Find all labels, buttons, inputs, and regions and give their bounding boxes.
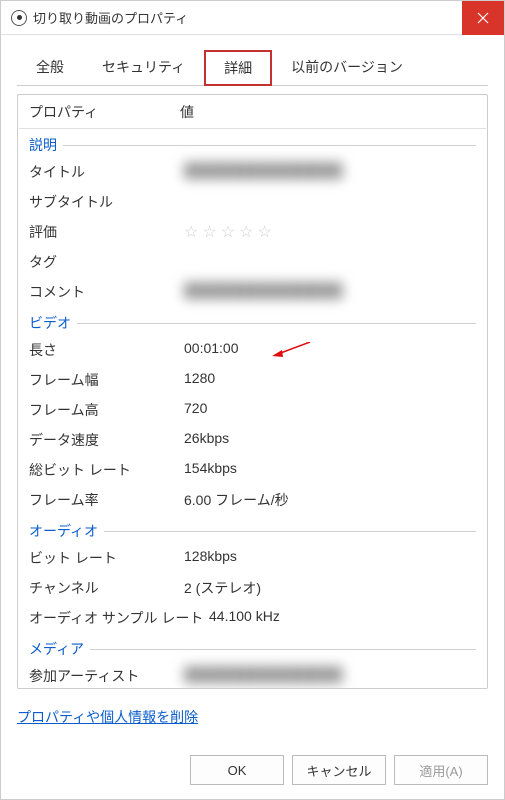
apply-button: 適用(A) (394, 755, 488, 785)
rating-stars[interactable]: ☆☆☆☆☆ (184, 222, 486, 242)
close-icon (477, 12, 489, 24)
window-title: 切り取り動画のプロパティ (33, 8, 462, 27)
tab-general[interactable]: 全般 (17, 50, 83, 86)
prop-comments[interactable]: コメント ████████████████ (19, 277, 486, 307)
prop-frame-rate[interactable]: フレーム率 6.00 フレーム/秒 (19, 485, 486, 515)
prop-tags[interactable]: タグ (19, 247, 486, 277)
prop-subtitle[interactable]: サブタイトル (19, 187, 486, 217)
header-property: プロパティ (19, 102, 174, 122)
content-area: プロパティ 値 説明 タイトル ████████████████ サブタイトル … (17, 85, 488, 741)
prop-frame-width[interactable]: フレーム幅 1280 (19, 365, 486, 395)
section-video: ビデオ (19, 307, 486, 335)
video-file-icon (11, 10, 27, 26)
header-value: 値 (174, 102, 486, 122)
ok-button[interactable]: OK (190, 755, 284, 785)
list-header: プロパティ 値 (19, 96, 486, 129)
cancel-button[interactable]: キャンセル (292, 755, 386, 785)
button-row: OK キャンセル 適用(A) (1, 741, 504, 799)
tab-previous-versions[interactable]: 以前のバージョン (272, 50, 422, 86)
section-audio: オーディオ (19, 515, 486, 543)
property-list[interactable]: プロパティ 値 説明 タイトル ████████████████ サブタイトル … (17, 94, 488, 689)
prop-artist[interactable]: 参加アーティスト ████████████████ (19, 661, 486, 689)
prop-sample-rate[interactable]: オーディオ サンプル レート 44.100 kHz (19, 603, 486, 633)
prop-bitrate[interactable]: ビット レート 128kbps (19, 543, 486, 573)
close-button[interactable] (462, 1, 504, 35)
tab-security[interactable]: セキュリティ (83, 50, 204, 86)
section-media: メディア (19, 633, 486, 661)
section-description: 説明 (19, 129, 486, 157)
prop-length[interactable]: 長さ 00:01:00 (19, 335, 486, 365)
prop-rating[interactable]: 評価 ☆☆☆☆☆ (19, 217, 486, 247)
title-bar: 切り取り動画のプロパティ (1, 1, 504, 35)
prop-title[interactable]: タイトル ████████████████ (19, 157, 486, 187)
prop-channels[interactable]: チャンネル 2 (ステレオ) (19, 573, 486, 603)
tab-bar: 全般 セキュリティ 詳細 以前のバージョン (1, 35, 504, 85)
prop-total-bitrate[interactable]: 総ビット レート 154kbps (19, 455, 486, 485)
prop-frame-height[interactable]: フレーム高 720 (19, 395, 486, 425)
prop-data-rate[interactable]: データ速度 26kbps (19, 425, 486, 455)
delete-properties-link[interactable]: プロパティや個人情報を削除 (17, 689, 488, 741)
tab-details[interactable]: 詳細 (204, 50, 272, 86)
